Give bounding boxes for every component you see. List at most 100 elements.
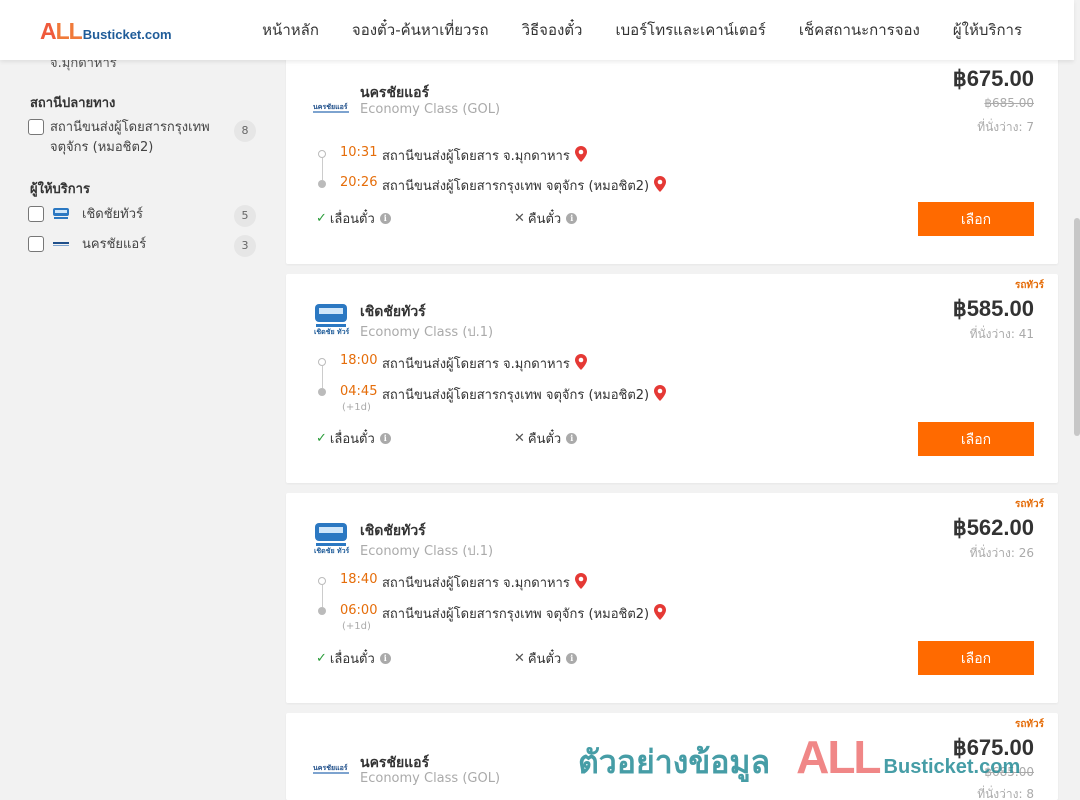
trip-card: นครชัยแอร์ นครชัยแอร์ Economy Class (GOL… [286, 40, 1058, 264]
info-icon[interactable]: i [379, 213, 391, 224]
next-day-marker: (+1d) [342, 402, 371, 413]
arrive-time: 04:45 [340, 384, 378, 399]
filter-label: นครชัยแอร์ [82, 237, 147, 252]
price: ฿675.00 [952, 66, 1034, 91]
depart-time: 18:00 [340, 353, 378, 368]
depart-time: 10:31 [340, 145, 378, 160]
price: ฿585.00 [952, 296, 1034, 321]
checkbox[interactable] [28, 206, 44, 222]
price: ฿562.00 [952, 515, 1034, 540]
trip-card: รถทัวร์ เชิดชัย ทัวร์ เชิดชัยทัวร์ Econo… [286, 274, 1058, 483]
operators-title: ผู้ให้บริการ [30, 182, 90, 197]
cherdchai-logo-icon: เชิดชัย ทัวร์ [314, 304, 350, 336]
arrive-time: 20:26 [340, 175, 378, 190]
logo-all: ALL [40, 18, 83, 44]
seats-available: ที่นั่งว่าง: 41 [969, 327, 1034, 341]
map-pin-icon[interactable] [654, 604, 667, 620]
seats-available: ที่นั่งว่าง: 7 [977, 120, 1034, 134]
depart-station: สถานีขนส่งผู้โดยสาร จ.มุกดาหาร [382, 353, 587, 374]
scrollbar-thumb[interactable] [1074, 218, 1080, 436]
trip-card: รถทัวร์ นครชัยแอร์ นครชัยแอร์ Economy Cl… [286, 713, 1058, 800]
map-pin-icon[interactable] [574, 146, 587, 162]
bus-class: Economy Class (GOL) [360, 102, 501, 117]
count-badge: 5 [234, 205, 256, 227]
bus-class: Economy Class (ป.1) [360, 325, 494, 340]
seats-available: ที่นั่งว่าง: 26 [969, 546, 1034, 560]
cherdchai-logo-icon: เชิดชัย ทัวร์ [314, 523, 350, 555]
select-trip-button[interactable]: เลือก [918, 422, 1034, 456]
seats-available: ที่นั่งว่าง: 8 [977, 787, 1034, 800]
count-badge: 3 [234, 235, 256, 257]
refund-ticket-policy: ✕ คืนตั๋ว i [514, 428, 578, 449]
info-icon[interactable]: i [379, 433, 391, 444]
operator-name: เชิดชัยทัวร์ [360, 304, 426, 320]
nav-check-booking[interactable]: เช็คสถานะการจอง [799, 18, 920, 42]
filter-operator-cherdchai[interactable]: เชิดชัยทัวร์ 5 [28, 205, 256, 227]
tour-bus-tag: รถทัวร์ [1014, 719, 1044, 730]
route-timeline [318, 358, 326, 398]
change-ticket-policy: ✓ เลื่อนตั๋ว i [316, 428, 391, 449]
arrive-station: สถานีขนส่งผู้โดยสารกรุงเทพ จตุจักร (หมอช… [382, 603, 667, 624]
arrive-station: สถานีขนส่งผู้โดยสารกรุงเทพ จตุจักร (หมอช… [382, 384, 667, 405]
route-timeline [318, 150, 326, 190]
next-day-marker: (+1d) [342, 621, 371, 632]
tour-bus-tag: รถทัวร์ [1014, 499, 1044, 510]
top-header: ALL Busticket.com หน้าหลัก จองตั๋ว-ค้นหา… [0, 0, 1074, 60]
svg-text:นครชัยแอร์: นครชัยแอร์ [313, 102, 348, 111]
arrive-station: สถานีขนส่งผู้โดยสารกรุงเทพ จตุจักร (หมอช… [382, 175, 667, 196]
checkbox[interactable] [28, 119, 44, 135]
info-icon[interactable]: i [566, 653, 578, 664]
cross-icon: ✕ [514, 651, 525, 666]
check-icon: ✓ [316, 431, 327, 446]
depart-station: สถานีขนส่งผู้โดยสาร จ.มุกดาหาร [382, 572, 587, 593]
nav-operators[interactable]: ผู้ให้บริการ [953, 18, 1022, 42]
map-pin-icon[interactable] [654, 176, 667, 192]
map-pin-icon[interactable] [574, 354, 587, 370]
trip-card: รถทัวร์ เชิดชัย ทัวร์ เชิดชัยทัวร์ Econo… [286, 493, 1058, 703]
nakhonchai-logo-icon: นครชัยแอร์ [313, 763, 349, 774]
nav-home[interactable]: หน้าหลัก [262, 18, 319, 42]
nakhonchai-logo-icon: นครชัยแอร์ [313, 102, 349, 113]
cherdchai-logo-icon [53, 208, 69, 219]
change-ticket-policy: ✓ เลื่อนตั๋ว i [316, 648, 391, 669]
checkbox[interactable] [28, 236, 44, 252]
bus-class: Economy Class (ป.1) [360, 544, 494, 559]
info-icon[interactable]: i [566, 433, 578, 444]
operator-name: เชิดชัยทัวร์ [360, 523, 426, 539]
count-badge: 8 [234, 120, 256, 142]
select-trip-button[interactable]: เลือก [918, 202, 1034, 236]
nav-how-to-book[interactable]: วิธีจองตั๋ว [522, 18, 583, 42]
bus-class: Economy Class (GOL) [360, 771, 501, 786]
filter-label: สถานีขนส่งผู้โดยสารกรุงเทพ จตุจักร (หมอช… [50, 120, 210, 155]
check-icon: ✓ [316, 211, 327, 226]
svg-text:เชิดชัย ทัวร์: เชิดชัย ทัวร์ [314, 327, 350, 336]
tour-bus-tag: รถทัวร์ [1014, 280, 1044, 291]
cross-icon: ✕ [514, 211, 525, 226]
site-logo[interactable]: ALL Busticket.com [40, 18, 172, 45]
nav-book-search[interactable]: จองตั๋ว-ค้นหาเที่ยวรถ [352, 18, 489, 42]
check-icon: ✓ [316, 651, 327, 666]
nakhonchai-logo-icon [53, 242, 69, 246]
filter-label: เชิดชัยทัวร์ [82, 207, 144, 222]
operator-name: นครชัยแอร์ [360, 85, 430, 101]
nav-phone-counters[interactable]: เบอร์โทรและเคาน์เตอร์ [615, 18, 765, 42]
price: ฿675.00 [952, 735, 1034, 760]
change-ticket-policy: ✓ เลื่อนตั๋ว i [316, 208, 391, 229]
depart-station: สถานีขนส่งผู้โดยสาร จ.มุกดาหาร [382, 145, 587, 166]
select-trip-button[interactable]: เลือก [918, 641, 1034, 675]
filter-operator-nakhonchai[interactable]: นครชัยแอร์ 3 [28, 235, 256, 257]
info-icon[interactable]: i [566, 213, 578, 224]
arrive-time: 06:00 [340, 603, 378, 618]
refund-ticket-policy: ✕ คืนตั๋ว i [514, 648, 578, 669]
main-nav: หน้าหลัก จองตั๋ว-ค้นหาเที่ยวรถ วิธีจองตั… [229, 0, 1022, 60]
map-pin-icon[interactable] [654, 385, 667, 401]
info-icon[interactable]: i [379, 653, 391, 664]
old-price: ฿685.00 [984, 765, 1034, 779]
depart-time: 18:40 [340, 572, 378, 587]
old-price: ฿685.00 [984, 96, 1034, 110]
refund-ticket-policy: ✕ คืนตั๋ว i [514, 208, 578, 229]
filter-destination-mochit[interactable]: สถานีขนส่งผู้โดยสารกรุงเทพ จตุจักร (หมอช… [28, 118, 256, 158]
svg-text:เชิดชัย ทัวร์: เชิดชัย ทัวร์ [314, 546, 350, 555]
page-scrollbar[interactable] [1074, 0, 1080, 800]
map-pin-icon[interactable] [574, 573, 587, 589]
